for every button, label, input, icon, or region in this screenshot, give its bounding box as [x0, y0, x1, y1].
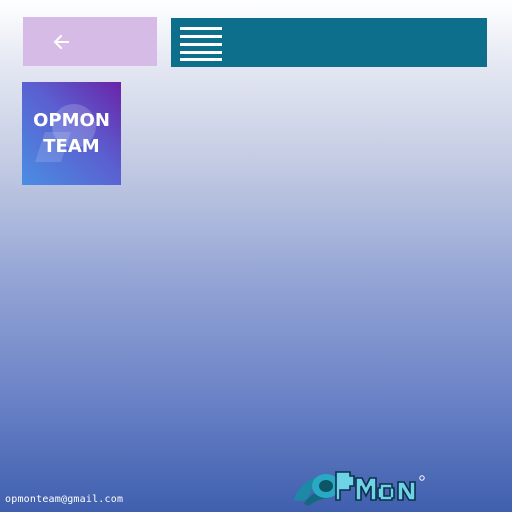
- team-logo-text: OPMON TEAM: [33, 110, 110, 157]
- team-logo: OPMON TEAM: [22, 82, 121, 185]
- menu-bar[interactable]: [171, 18, 487, 67]
- back-button[interactable]: [23, 17, 157, 66]
- hamburger-menu-icon: [180, 27, 222, 61]
- contact-email: opmonteam@gmail.com: [5, 494, 124, 505]
- arrow-left-icon: [53, 34, 69, 50]
- opmon-brand-logo: [294, 471, 425, 506]
